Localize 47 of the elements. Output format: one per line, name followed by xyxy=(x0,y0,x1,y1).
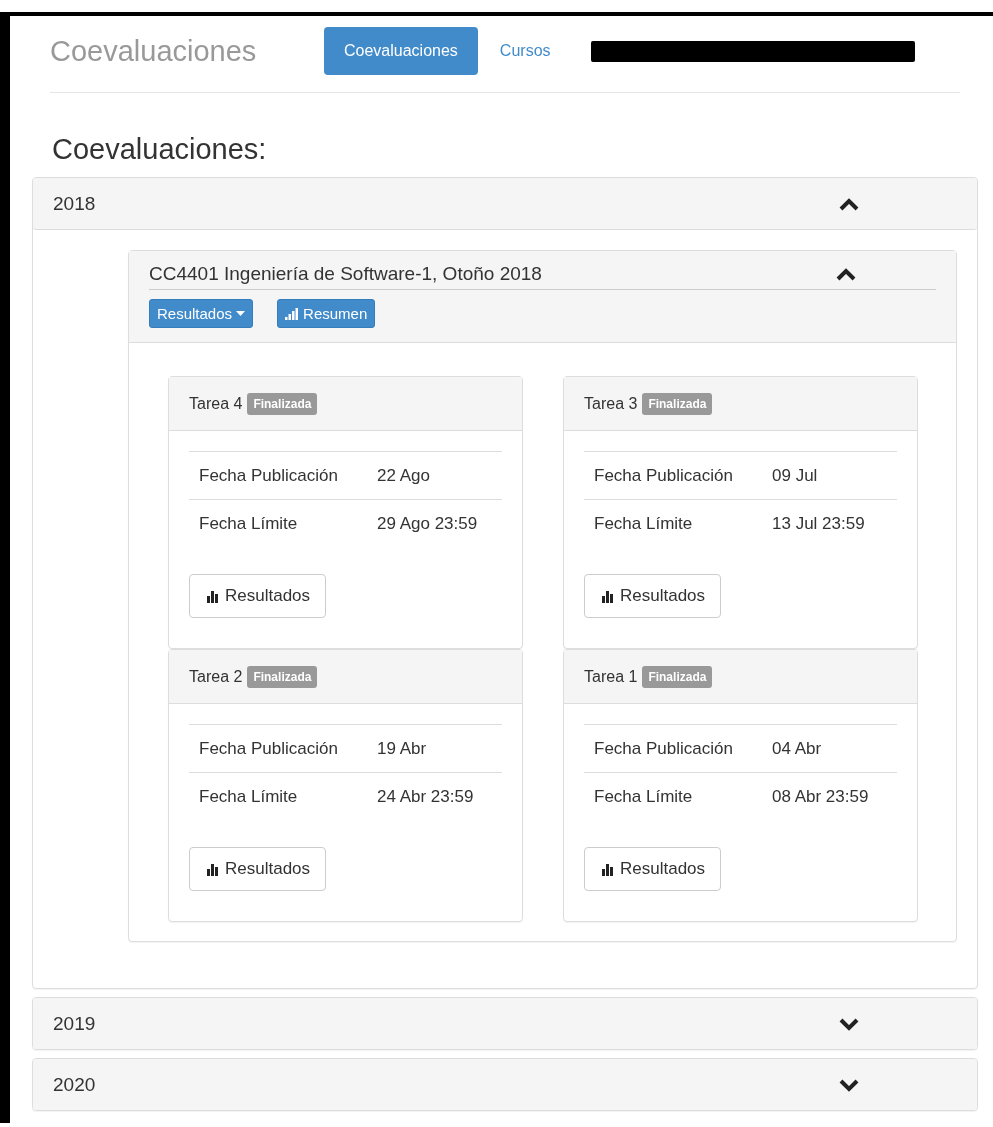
date-value: 09 Jul xyxy=(762,451,897,500)
results-button[interactable]: Resultados xyxy=(189,574,327,618)
task-title: Tarea 4 xyxy=(189,394,243,413)
brand-title: Coevaluaciones xyxy=(50,34,258,68)
date-label: Fecha Límite xyxy=(189,499,367,547)
date-value: 29 Ago 23:59 xyxy=(367,499,502,547)
date-value: 19 Abr xyxy=(367,724,502,773)
date-label: Fecha Publicación xyxy=(189,724,367,773)
year-label: 2018 xyxy=(53,192,96,215)
year-header[interactable]: 2018 xyxy=(33,178,977,230)
date-label: Fecha Límite xyxy=(584,499,762,547)
page-heading: Coevaluaciones: xyxy=(52,133,268,166)
year-header[interactable]: 2019 xyxy=(33,998,977,1049)
results-button[interactable]: Resultados xyxy=(584,574,722,618)
date-label: Fecha Límite xyxy=(584,772,762,820)
date-value: 22 Ago xyxy=(367,451,502,500)
year-label: 2019 xyxy=(53,1012,96,1035)
date-label: Fecha Publicación xyxy=(584,451,762,500)
results-button[interactable]: Resultados xyxy=(189,847,327,891)
course-title: CC4401 Ingeniería de Software-1, Otoño 2018 xyxy=(149,263,542,285)
year-header[interactable]: 2020 xyxy=(33,1059,977,1110)
status-badge: Finalizada xyxy=(642,665,713,688)
nav-tab[interactable]: Cursos xyxy=(479,27,571,75)
date-value: 24 Abr 23:59 xyxy=(367,772,502,820)
caret-icon xyxy=(236,311,246,316)
task-title: Tarea 1 xyxy=(584,667,638,686)
date-value: 04 Abr xyxy=(762,724,897,773)
status-badge: Finalizada xyxy=(247,665,318,688)
chevron-up-icon[interactable] xyxy=(836,267,856,281)
results-dropdown-button[interactable]: Resultados xyxy=(149,299,254,328)
status-badge: Finalizada xyxy=(642,392,713,415)
date-label: Fecha Publicación xyxy=(584,724,762,773)
chevron-down-icon[interactable] xyxy=(839,1016,859,1031)
date-label: Fecha Publicación xyxy=(189,451,367,500)
date-value: 08 Abr 23:59 xyxy=(762,772,897,820)
results-button[interactable]: Resultados xyxy=(584,847,722,891)
task-title: Tarea 2 xyxy=(189,667,243,686)
year-label: 2020 xyxy=(53,1073,96,1096)
date-label: Fecha Límite xyxy=(189,772,367,820)
status-badge: Finalizada xyxy=(247,392,318,415)
chevron-down-icon[interactable] xyxy=(839,1077,859,1092)
summary-button[interactable]: Resumen xyxy=(277,299,376,328)
chevron-up-icon[interactable] xyxy=(839,196,859,211)
date-value: 13 Jul 23:59 xyxy=(762,499,897,547)
signal-bars-icon xyxy=(285,307,300,320)
task-title: Tarea 3 xyxy=(584,394,638,413)
nav-tab[interactable]: Coevaluaciones xyxy=(324,27,478,75)
